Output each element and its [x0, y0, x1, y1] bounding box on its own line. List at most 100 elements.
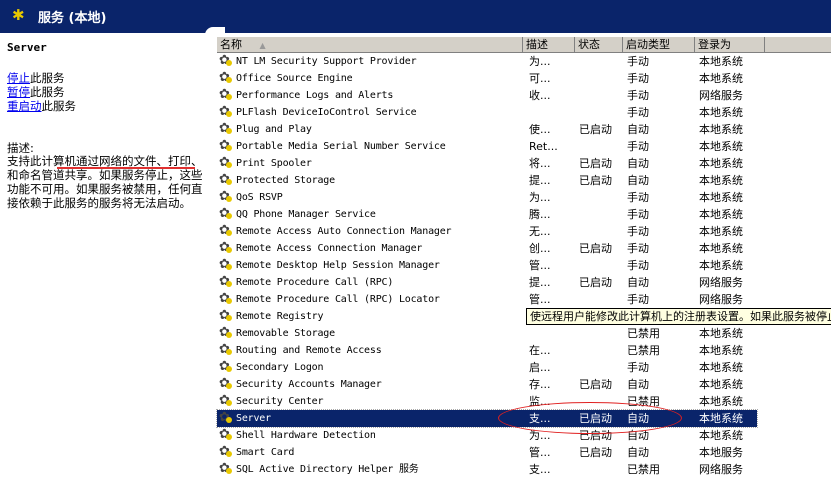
service-gear-icon: ✿: [219, 275, 232, 289]
service-status: 已启动: [579, 446, 612, 459]
service-logon: 本地系统: [699, 225, 743, 238]
service-name: Secondary Logon: [236, 362, 324, 373]
service-startup: 手动: [627, 225, 649, 238]
service-name: QoS RSVP: [236, 192, 283, 203]
service-desc: 管...: [529, 446, 551, 459]
service-row[interactable]: ✿ Protected Storage 提... 已启动 自动 本地系统: [217, 172, 757, 189]
service-row[interactable]: ✿ QoS RSVP 为... 手动 本地系统: [217, 189, 757, 206]
service-name: SQL Active Directory Helper 服务: [236, 464, 419, 475]
service-row[interactable]: ✿ NT LM Security Support Provider 为... 手动 本地…: [217, 53, 757, 70]
stop-link[interactable]: 停止: [7, 71, 30, 85]
service-row[interactable]: ✿ Security Accounts Manager 存... 已启动 自动 本地系统: [217, 376, 757, 393]
service-gear-icon: ✿: [219, 122, 232, 136]
column-header-logon[interactable]: 登录为: [695, 37, 765, 52]
service-status: 已启动: [579, 174, 612, 187]
services-gear-icon: ✱: [12, 6, 25, 24]
column-header-status[interactable]: 状态: [575, 37, 623, 52]
column-header-desc[interactable]: 描述: [523, 37, 575, 52]
service-row[interactable]: ✿ Remote Procedure Call (RPC) Locator 管...…: [217, 291, 757, 308]
service-row[interactable]: ✿ Routing and Remote Access 在... 已禁用 本地系统: [217, 342, 757, 359]
service-row[interactable]: ✿ Remote Desktop Help Session Manager 管...…: [217, 257, 757, 274]
description-tooltip: 使远程用户能修改此计算机上的注册表设置。如果此服务被停止: [526, 308, 831, 325]
service-gear-icon: ✿: [219, 224, 232, 238]
service-row[interactable]: ✿ Print Spooler 将... 已启动 自动 本地系统: [217, 155, 757, 172]
service-logon: 本地系统: [699, 242, 743, 255]
service-name: Smart Card: [236, 447, 295, 458]
service-gear-icon: ✿: [219, 54, 232, 68]
service-logon: 本地服务: [699, 446, 743, 459]
action-pause: 暂停此服务: [7, 85, 65, 99]
service-logon: 本地系统: [699, 72, 743, 85]
service-name: Remote Procedure Call (RPC): [236, 277, 394, 288]
service-startup: 手动: [627, 140, 649, 153]
service-desc: 使...: [529, 123, 551, 136]
service-gear-icon: ✿: [219, 105, 232, 119]
service-startup: 手动: [627, 361, 649, 374]
service-gear-icon: ✿: [219, 411, 232, 425]
service-desc: 腾...: [529, 208, 551, 221]
pause-link[interactable]: 暂停: [7, 85, 30, 99]
service-name: PLFlash DeviceIoControl Service: [236, 107, 417, 118]
service-logon: 本地系统: [699, 208, 743, 221]
service-desc: 启...: [529, 361, 551, 374]
restart-link[interactable]: 重启动: [7, 99, 42, 113]
description-panel: Server 停止此服务 暂停此服务 重启动此服务 描述: 支持此计算机通过网络…: [0, 33, 212, 481]
column-header-name[interactable]: 名称 ▲: [217, 37, 523, 52]
service-status: 已启动: [579, 378, 612, 391]
service-row[interactable]: ✿ SQL Active Directory Helper 服务 支... 已禁用 网络…: [217, 461, 757, 478]
service-logon: 本地系统: [699, 412, 743, 425]
service-name: NT LM Security Support Provider: [236, 56, 417, 67]
service-logon: 本地系统: [699, 429, 743, 442]
service-row[interactable]: ✿ QQ Phone Manager Service 腾... 手动 本地系统: [217, 206, 757, 223]
service-gear-icon: ✿: [219, 173, 232, 187]
service-gear-icon: ✿: [219, 88, 232, 102]
service-logon: 本地系统: [699, 378, 743, 391]
service-row[interactable]: ✿ Remote Procedure Call (RPC) 提... 已启动 自动 网络服…: [217, 274, 757, 291]
service-name: Removable Storage: [236, 328, 335, 339]
service-logon: 本地系统: [699, 395, 743, 408]
service-row[interactable]: ✿ Performance Logs and Alerts 收... 手动 网络服务: [217, 87, 757, 104]
service-row[interactable]: ✿ Plug and Play 使... 已启动 自动 本地系统: [217, 121, 757, 138]
service-logon: 本地系统: [699, 106, 743, 119]
service-gear-icon: ✿: [219, 326, 232, 340]
column-header-startup[interactable]: 启动类型: [623, 37, 695, 52]
service-logon: 本地系统: [699, 174, 743, 187]
service-name: Print Spooler: [236, 158, 312, 169]
service-name: Shell Hardware Detection: [236, 430, 376, 441]
service-logon: 网络服务: [699, 89, 743, 102]
service-startup: 自动: [627, 174, 649, 187]
service-desc: 无...: [529, 225, 551, 238]
service-row[interactable]: ✿ PLFlash DeviceIoControl Service 手动 本地系统: [217, 104, 757, 121]
service-logon: 网络服务: [699, 293, 743, 306]
service-name: Plug and Play: [236, 124, 312, 135]
service-startup: 已禁用: [627, 463, 660, 476]
service-name: Remote Access Connection Manager: [236, 243, 423, 254]
action-suffix: 此服务: [30, 71, 65, 85]
service-row[interactable]: ✿ Smart Card 管... 已启动 自动 本地服务: [217, 444, 757, 461]
red-ellipse-annotation: [498, 402, 682, 434]
service-desc: 支...: [529, 463, 551, 476]
service-row[interactable]: ✿ Remote Access Auto Connection Manager 无.…: [217, 223, 757, 240]
red-underline-annotation: [57, 167, 195, 169]
service-row[interactable]: ✿ Security Center 监... 已禁用 本地系统: [217, 393, 757, 410]
service-row[interactable]: ✿ Office Source Engine 可... 手动 本地系统: [217, 70, 757, 87]
service-row[interactable]: ✿ Secondary Logon 启... 手动 本地系统: [217, 359, 757, 376]
service-desc: 提...: [529, 276, 551, 289]
service-row[interactable]: ✿ Removable Storage 已禁用 本地系统: [217, 325, 757, 342]
service-gear-icon: ✿: [219, 71, 232, 85]
service-gear-icon: ✿: [219, 258, 232, 272]
service-name: Remote Procedure Call (RPC) Locator: [236, 294, 440, 305]
service-startup: 手动: [627, 208, 649, 221]
service-startup: 已禁用: [627, 344, 660, 357]
service-name: Server: [7, 41, 47, 54]
service-row[interactable]: ✿ Portable Media Serial Number Service Ret…: [217, 138, 757, 155]
service-row[interactable]: ✿ Remote Access Connection Manager 创... 已启动…: [217, 240, 757, 257]
action-restart: 重启动此服务: [7, 99, 76, 113]
service-gear-icon: ✿: [219, 377, 232, 391]
service-name: Performance Logs and Alerts: [236, 90, 394, 101]
service-startup: 自动: [627, 378, 649, 391]
service-desc: 存...: [529, 378, 551, 391]
service-row[interactable]: ✿ Shell Hardware Detection 为... 已启动 自动 本地系统: [217, 427, 757, 444]
service-startup: 手动: [627, 72, 649, 85]
service-gear-icon: ✿: [219, 241, 232, 255]
